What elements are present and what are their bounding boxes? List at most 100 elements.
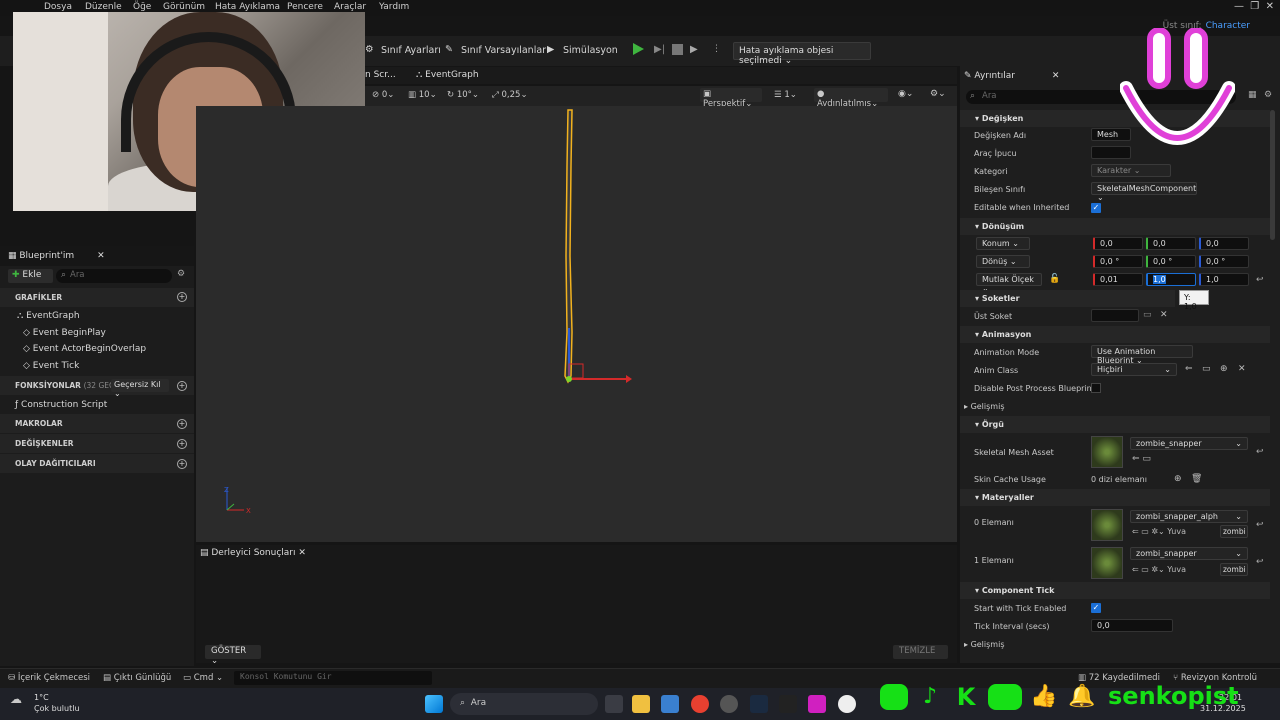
material0-slot[interactable]: zombi bbox=[1220, 525, 1248, 538]
location-x[interactable]: 0,0 bbox=[1093, 237, 1143, 250]
taskbar-search[interactable]: ⌕ Ara bbox=[450, 693, 598, 715]
component-class-dropdown[interactable]: SkeletalMeshComponent ⌄ bbox=[1091, 182, 1197, 202]
content-drawer-button[interactable]: ⛁ İçerik Çekmecesi bbox=[8, 673, 90, 683]
scale-y[interactable]: 1,0 bbox=[1146, 273, 1196, 286]
anim-class-dropdown[interactable]: Hiçbiri ⌄ bbox=[1091, 363, 1177, 376]
tree-event-beginplay[interactable]: ◇ Event BeginPlay bbox=[23, 328, 106, 338]
add-graph-icon[interactable]: + bbox=[177, 292, 187, 302]
file-explorer-icon[interactable] bbox=[632, 695, 650, 713]
rotation-y[interactable]: 0,0 ° bbox=[1146, 255, 1196, 268]
play-icon[interactable] bbox=[633, 43, 644, 55]
chrome-icon[interactable] bbox=[691, 695, 709, 713]
tick-interval-input[interactable]: 0,0 bbox=[1091, 619, 1173, 632]
materials-section[interactable]: ▾ Materyaller bbox=[960, 489, 1270, 506]
menu-view[interactable]: Görünüm bbox=[163, 2, 205, 12]
animation-section[interactable]: ▾ Animasyon bbox=[960, 326, 1270, 343]
show-eye-icon[interactable]: ◉⌄ bbox=[898, 89, 913, 99]
clear-icon[interactable]: ✕ bbox=[1238, 364, 1246, 374]
steam-icon[interactable] bbox=[750, 695, 768, 713]
override-dropdown[interactable]: Geçersiz Kıl ⌄ bbox=[111, 379, 169, 398]
weather-desc[interactable]: Çok bulutlu bbox=[34, 704, 80, 713]
socket-browse-icon[interactable]: ▭ bbox=[1143, 310, 1152, 320]
eject-icon[interactable]: ▶ bbox=[690, 44, 701, 55]
unreal-icon[interactable] bbox=[838, 695, 856, 713]
output-log-button[interactable]: ▤ Çıktı Günlüğü bbox=[103, 673, 171, 683]
material0-dropdown[interactable]: zombi_snapper_alph ⌄ bbox=[1130, 510, 1248, 523]
perspective-dropdown[interactable]: ▣ Perspektif⌄ bbox=[700, 88, 762, 109]
rotation-x[interactable]: 0,0 ° bbox=[1093, 255, 1143, 268]
rotation-snap-dropdown[interactable]: ↻ 10°⌄ bbox=[447, 90, 479, 100]
add-icon[interactable]: ⊕ bbox=[1220, 364, 1228, 374]
variables-section[interactable]: DEĞİŞKENLER bbox=[0, 434, 194, 453]
windows-start-icon[interactable] bbox=[425, 695, 443, 713]
advanced-expander[interactable]: ▸ Gelişmiş bbox=[964, 402, 1004, 411]
tab-compiler-results[interactable]: ▤ Derleyici Sonuçları ✕ bbox=[200, 548, 306, 558]
details-scrollbar[interactable] bbox=[1270, 110, 1275, 240]
tab-construction-script[interactable]: n Scr... bbox=[365, 70, 396, 80]
cmd-dropdown[interactable]: ▭ Cmd ⌄ bbox=[183, 673, 223, 683]
advance-frame-icon[interactable]: ▶| bbox=[654, 44, 665, 55]
table-view-icon[interactable]: ▦ bbox=[1248, 90, 1257, 100]
tree-event-tick[interactable]: ◇ Event Tick bbox=[23, 361, 79, 371]
scale-mode-dropdown[interactable]: Mutlak Ölçek ⌄ bbox=[976, 273, 1042, 293]
menu-edit[interactable]: Düzenle bbox=[85, 2, 122, 12]
grid-size-dropdown[interactable]: ▥ 10⌄ bbox=[408, 90, 437, 100]
mesh-section[interactable]: ▾ Örgü bbox=[960, 416, 1270, 433]
reset-scale-icon[interactable]: ↩ bbox=[1256, 275, 1264, 285]
sockets-section[interactable]: ▾ Soketler bbox=[960, 290, 1175, 307]
rotation-mode-dropdown[interactable]: Dönüş ⌄ bbox=[976, 255, 1030, 268]
viewport[interactable]: Z X bbox=[196, 106, 957, 542]
epic-games-icon[interactable] bbox=[779, 695, 797, 713]
settings-gear-icon[interactable]: ⚙ bbox=[177, 269, 185, 279]
class-settings-button[interactable]: ⚙ Sınıf Ayarları bbox=[365, 44, 441, 56]
stop-icon[interactable] bbox=[672, 44, 683, 55]
material1-actions[interactable]: ⇐ ▭ ✲⌄ Yuva bbox=[1132, 565, 1186, 574]
add-element-icon[interactable]: ⊕ bbox=[1174, 474, 1182, 484]
skel-mesh-dropdown[interactable]: zombie_snapper ⌄ bbox=[1130, 437, 1248, 450]
location-z[interactable]: 0,0 bbox=[1199, 237, 1249, 250]
disable-pp-checkbox[interactable] bbox=[1091, 383, 1101, 393]
component-tick-section[interactable]: ▾ Component Tick bbox=[960, 582, 1270, 599]
location-y[interactable]: 0,0 bbox=[1146, 237, 1196, 250]
parent-socket-input[interactable] bbox=[1091, 309, 1139, 322]
layers-dropdown[interactable]: ☰ 1⌄ bbox=[774, 90, 797, 100]
menu-help[interactable]: Yardım bbox=[379, 2, 409, 12]
snap-grid-toggle[interactable]: ⊘ 0⌄ bbox=[372, 90, 394, 100]
add-macro-icon[interactable]: + bbox=[177, 419, 187, 429]
console-input[interactable]: Konsol Komutunu Gir bbox=[234, 671, 432, 685]
material1-thumbnail[interactable] bbox=[1091, 547, 1123, 579]
material0-actions[interactable]: ⇐ ▭ ✲⌄ Yuva bbox=[1132, 527, 1186, 536]
reset-material0-icon[interactable]: ↩ bbox=[1256, 520, 1264, 530]
start-tick-checkbox[interactable]: ✓ bbox=[1091, 603, 1101, 613]
reset-material1-icon[interactable]: ↩ bbox=[1256, 557, 1264, 567]
skel-mesh-thumbnail[interactable] bbox=[1091, 436, 1123, 468]
debug-object-select[interactable]: Hata ayıklama objesi seçilmedi ⌄ bbox=[733, 42, 871, 66]
add-dispatcher-icon[interactable]: + bbox=[177, 459, 187, 469]
scale-snap-dropdown[interactable]: ⤢ 0,25⌄ bbox=[492, 90, 528, 100]
lock-icon[interactable]: 🔓 bbox=[1049, 274, 1060, 284]
browse-icon[interactable]: ▭ bbox=[1202, 364, 1211, 374]
reset-mesh-icon[interactable]: ↩ bbox=[1256, 447, 1264, 457]
graphs-section[interactable]: GRAFİKLER bbox=[0, 288, 194, 307]
scale-z[interactable]: 1,0 bbox=[1199, 273, 1249, 286]
menu-window[interactable]: Pencere bbox=[287, 2, 323, 12]
tab-details[interactable]: ✎ Ayrıntılar ✕ bbox=[964, 71, 1059, 81]
class-defaults-button[interactable]: ✎ Sınıf Varsayılanları bbox=[445, 44, 549, 56]
weather-temp[interactable]: 1°C bbox=[34, 693, 49, 702]
trash-icon[interactable]: 🗑 bbox=[1191, 474, 1202, 484]
add-button[interactable]: ✚ Ekle bbox=[8, 269, 53, 283]
category-dropdown[interactable]: Karakter ⌄ bbox=[1091, 164, 1171, 177]
material1-slot[interactable]: zombi bbox=[1220, 563, 1248, 576]
show-dropdown[interactable]: GÖSTER ⌄ bbox=[205, 645, 261, 666]
tree-event-graph[interactable]: ⛬ EventGraph bbox=[17, 311, 80, 321]
simulation-button[interactable]: ▶ Simülasyon bbox=[547, 44, 618, 56]
add-variable-icon[interactable]: + bbox=[177, 439, 187, 449]
dispatchers-section[interactable]: OLAY DAĞITICILARI bbox=[0, 454, 194, 473]
viewport-settings-icon[interactable]: ⚙⌄ bbox=[930, 89, 946, 99]
task-view-icon[interactable] bbox=[605, 695, 623, 713]
github-icon[interactable] bbox=[720, 695, 738, 713]
material1-dropdown[interactable]: zombi_snapper ⌄ bbox=[1130, 547, 1248, 560]
anim-mode-dropdown[interactable]: Use Animation Blueprint ⌄ bbox=[1091, 345, 1193, 365]
macros-section[interactable]: MAKROLAR bbox=[0, 414, 194, 433]
use-selected-icon[interactable]: ⇐ bbox=[1185, 364, 1193, 374]
